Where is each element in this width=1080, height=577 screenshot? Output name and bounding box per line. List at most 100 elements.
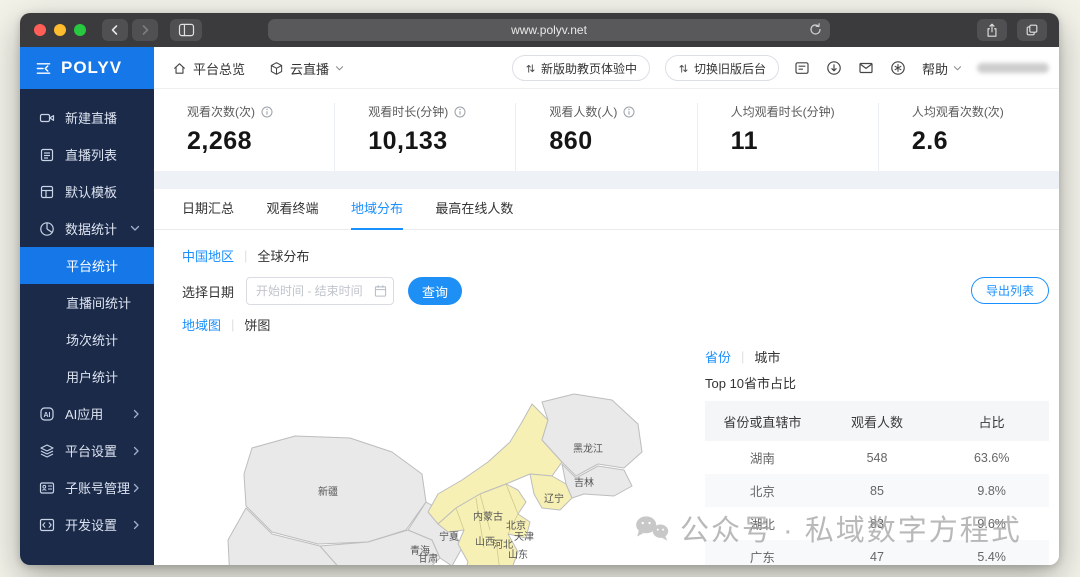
help-menu[interactable]: 帮助 <box>922 59 962 78</box>
chevron-right-icon <box>133 446 140 456</box>
province-city-toggle: 省份 | 城市 <box>705 347 780 366</box>
svg-text:北京: 北京 <box>506 519 526 532</box>
export-list-button[interactable]: 导出列表 <box>971 277 1049 304</box>
china-map-svg: 新疆 黑龙江 吉林 辽宁 内蒙古 北京 天津 山西 河北 山东 宁夏 青海 甘肃 <box>200 385 650 565</box>
address-bar[interactable]: www.polyv.net <box>268 19 830 41</box>
pie-view-link[interactable]: 饼图 <box>244 315 270 334</box>
chevron-down-icon <box>335 65 344 72</box>
chevron-right-icon <box>133 483 140 493</box>
tab-date-summary[interactable]: 日期汇总 <box>182 189 234 228</box>
table-row: 湖南 548 63.6% <box>705 441 1049 474</box>
sidebar-subitem-platform-stats[interactable]: 平台统计 <box>20 247 154 284</box>
statistics-panel: 日期汇总 观看终端 地域分布 最高在线人数 中国地区 | 全球分布 选择日期 查… <box>154 189 1059 565</box>
news-button[interactable] <box>794 60 811 77</box>
date-range-input[interactable] <box>246 277 394 305</box>
mail-icon <box>858 60 874 76</box>
divider: | <box>244 248 247 263</box>
layers-icon <box>39 443 55 459</box>
percent-cell: 9.8% <box>934 484 1049 498</box>
query-button[interactable]: 查询 <box>408 277 462 305</box>
share-button[interactable] <box>977 19 1007 41</box>
count-cell: 47 <box>820 550 935 564</box>
table-row: 北京 85 9.8% <box>705 474 1049 507</box>
app-header: POLYV 平台总览 云直播 新版助教页体验中 切换旧版后台 <box>20 47 1059 89</box>
sidebar-item-dev-settings[interactable]: 开发设置 <box>20 506 154 543</box>
info-icon[interactable] <box>454 106 466 118</box>
stat-value: 2,268 <box>187 127 334 156</box>
download-button[interactable] <box>826 60 843 77</box>
province-table: 省份或直辖市 观看人数 占比 湖南 548 63.6% 北京 85 9.8% 湖… <box>705 401 1049 565</box>
camera-icon <box>39 110 55 126</box>
list-icon <box>39 147 55 163</box>
sidebar-item-platform-settings[interactable]: 平台设置 <box>20 432 154 469</box>
messages-button[interactable] <box>858 60 875 77</box>
china-region-link[interactable]: 中国地区 <box>182 246 234 265</box>
sidebar-item-ai-apps[interactable]: AI AI应用 <box>20 395 154 432</box>
nav-platform-overview[interactable]: 平台总览 <box>172 59 245 78</box>
stat-label: 人均观看次数(次) <box>912 103 1004 120</box>
nav-cloud-live[interactable]: 云直播 <box>269 59 344 78</box>
count-cell: 83 <box>820 517 935 531</box>
tab-view-terminal[interactable]: 观看终端 <box>266 189 318 228</box>
stat-avg-minutes: 人均观看时长(分钟) 11 <box>697 103 878 171</box>
back-button[interactable] <box>102 19 128 41</box>
svg-text:AI: AI <box>44 411 51 418</box>
account-name-blurred[interactable] <box>977 63 1049 73</box>
sidebar-toggle-button[interactable] <box>170 19 202 41</box>
count-cell: 85 <box>820 484 935 498</box>
tab-bar: 日期汇总 观看终端 地域分布 最高在线人数 <box>154 189 1059 230</box>
stat-label: 人均观看时长(分钟) <box>731 103 835 120</box>
info-icon[interactable] <box>261 106 273 118</box>
forward-button[interactable] <box>132 19 158 41</box>
sidebar-item-subaccount-management[interactable]: 子账号管理 <box>20 469 154 506</box>
map-view-link[interactable]: 地域图 <box>182 315 221 334</box>
switch-old-admin-button[interactable]: 切换旧版后台 <box>665 55 779 81</box>
sidebar-item-label: 数据统计 <box>65 219 117 238</box>
stat-value: 10,133 <box>368 127 515 156</box>
tab-region-distribution[interactable]: 地域分布 <box>351 189 403 230</box>
stats-summary-card: 观看次数(次) 2,268 观看时长(分钟) 10,133 观看人数(人) 86… <box>154 89 1059 171</box>
sidebar-item-label: 平台设置 <box>65 441 117 460</box>
ai-icon: AI <box>39 406 55 422</box>
sidebar-item-label: 开发设置 <box>65 515 117 534</box>
service-button[interactable] <box>890 60 907 77</box>
svg-text:新疆: 新疆 <box>318 485 338 498</box>
browser-titlebar: www.polyv.net <box>20 13 1059 47</box>
home-icon <box>172 61 187 76</box>
zoom-window-button[interactable] <box>74 24 86 36</box>
sidebar-subitem-session-stats[interactable]: 场次统计 <box>20 321 154 358</box>
province-link[interactable]: 省份 <box>705 347 731 366</box>
sidebar-subitem-user-stats[interactable]: 用户统计 <box>20 358 154 395</box>
chevron-down-icon <box>130 225 140 232</box>
info-icon[interactable] <box>623 106 635 118</box>
menu-fold-icon[interactable] <box>35 60 52 77</box>
pie-chart-icon <box>39 221 55 237</box>
sidebar-item-live-list[interactable]: 直播列表 <box>20 136 154 173</box>
tab-overview-button[interactable] <box>1017 19 1047 41</box>
city-link[interactable]: 城市 <box>754 347 780 366</box>
new-assistant-page-button[interactable]: 新版助教页体验中 <box>512 55 650 81</box>
reload-button[interactable] <box>808 22 823 37</box>
top10-title: Top 10省市占比 <box>705 373 796 392</box>
swap-icon <box>525 63 536 74</box>
global-distribution-link[interactable]: 全球分布 <box>257 246 309 265</box>
close-window-button[interactable] <box>34 24 46 36</box>
help-label: 帮助 <box>922 59 948 78</box>
minimize-window-button[interactable] <box>54 24 66 36</box>
pill-label: 切换旧版后台 <box>694 60 766 77</box>
sidebar-item-new-live[interactable]: 新建直播 <box>20 99 154 136</box>
sidebar-item-data-statistics[interactable]: 数据统计 <box>20 210 154 247</box>
reload-icon <box>808 22 823 37</box>
province-cell: 湖北 <box>705 514 820 533</box>
main-content: 观看次数(次) 2,268 观看时长(分钟) 10,133 观看人数(人) 86… <box>154 89 1059 565</box>
svg-text:甘肃: 甘肃 <box>418 552 438 565</box>
svg-text:黑龙江: 黑龙江 <box>573 442 603 455</box>
table-row: 湖北 83 9.6% <box>705 507 1049 540</box>
china-region-map[interactable]: 新疆 黑龙江 吉林 辽宁 内蒙古 北京 天津 山西 河北 山东 宁夏 青海 甘肃 <box>200 385 650 565</box>
sidebar-subitem-room-stats[interactable]: 直播间统计 <box>20 284 154 321</box>
svg-text:内蒙古: 内蒙古 <box>473 510 503 523</box>
sidebar-item-default-template[interactable]: 默认模板 <box>20 173 154 210</box>
tab-max-online[interactable]: 最高在线人数 <box>435 189 513 228</box>
sidebar-item-label: 新建直播 <box>65 108 117 127</box>
region-scope-toggle: 中国地区 | 全球分布 <box>182 246 309 265</box>
